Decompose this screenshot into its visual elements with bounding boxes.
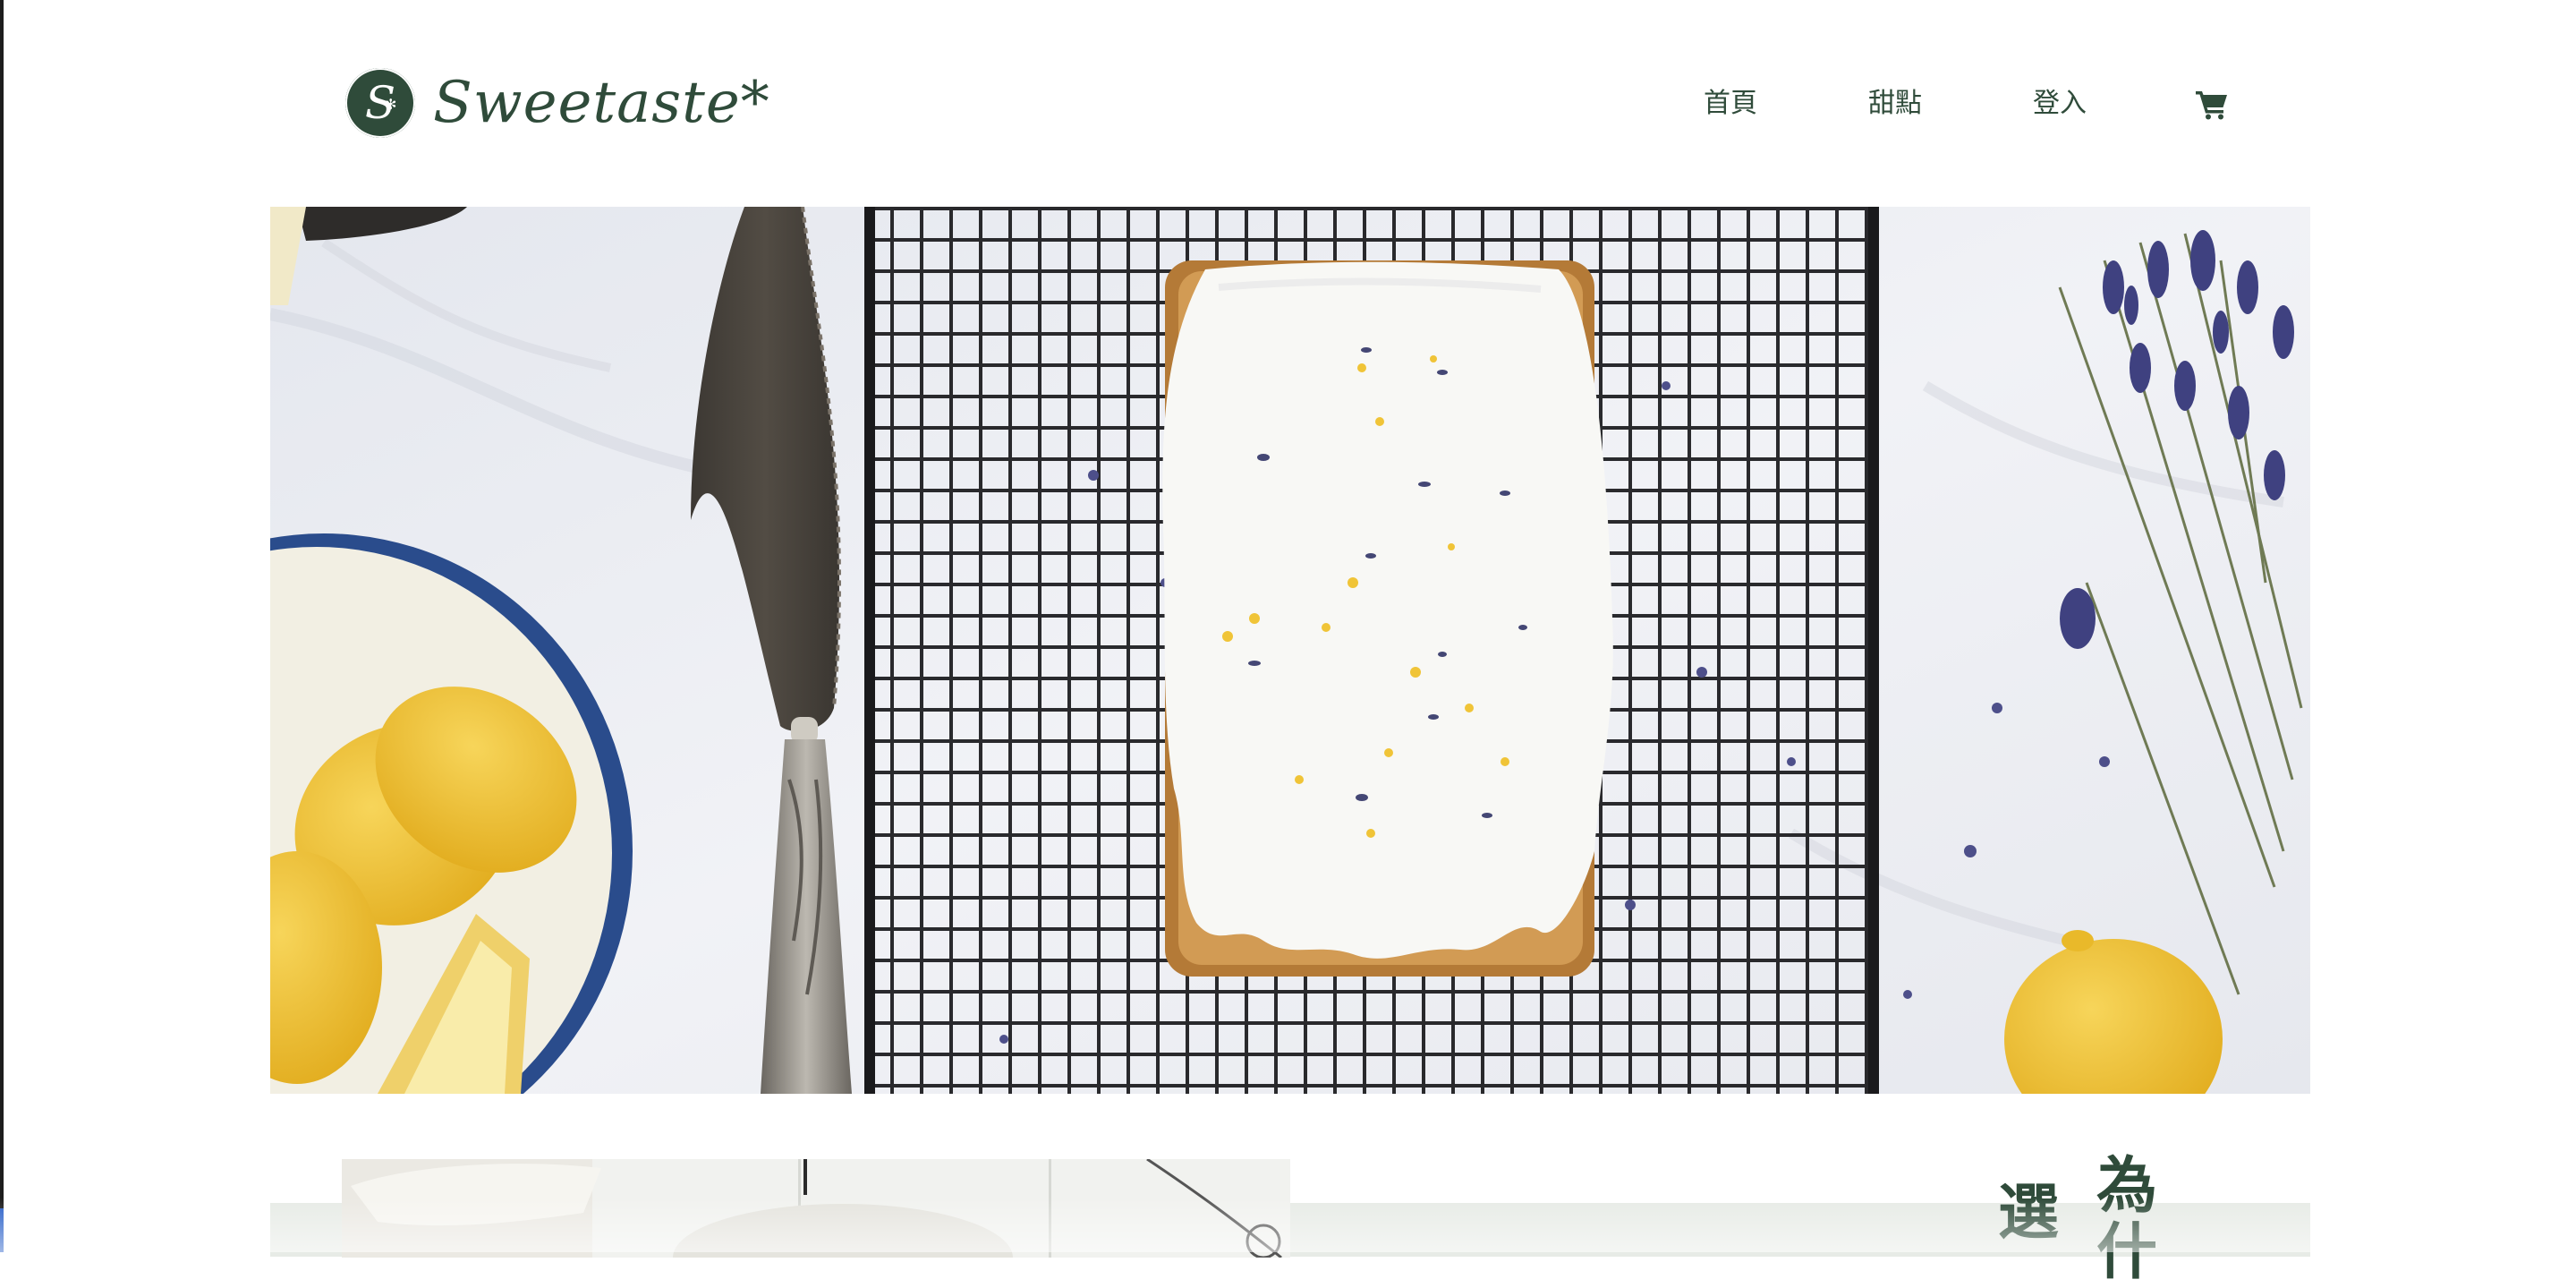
shopping-cart-icon (2196, 91, 2227, 120)
nav-item-desserts[interactable]: 甜點 (1868, 86, 1922, 122)
logo-mark-glyph: ✻ (385, 96, 397, 113)
cart-button[interactable] (2194, 86, 2230, 122)
nav-item-login[interactable]: 登入 (2033, 86, 2087, 122)
about-title-col1: 為什 (2096, 1150, 2158, 1288)
hero-banner-image (270, 207, 2310, 1094)
brand-logo[interactable]: S ✻ Sweetaste* (345, 66, 770, 140)
about-title-col2: 選 (1998, 1177, 2060, 1249)
logo-mark-letter: S (364, 77, 396, 129)
window-edge-accent (0, 1208, 4, 1252)
brand-name: Sweetaste* (433, 70, 770, 136)
about-section-photo (342, 1159, 1290, 1258)
about-photo-image (342, 1159, 1290, 1258)
logo-mark-icon: S ✻ (345, 68, 415, 138)
window-edge (0, 0, 4, 1252)
nav-item-home[interactable]: 首頁 (1704, 86, 1757, 122)
hero-photo (270, 207, 2310, 1094)
